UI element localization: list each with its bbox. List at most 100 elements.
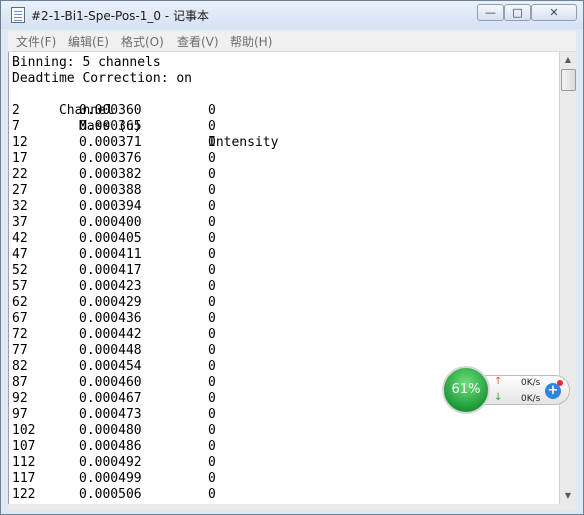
cell-channel: 57 — [12, 279, 28, 294]
cell-intensity: 0 — [208, 407, 216, 422]
cell-intensity: 0 — [208, 183, 216, 198]
data-row: 57 0.000423 0 — [12, 279, 552, 295]
cell-intensity: 0 — [208, 295, 216, 310]
scroll-up-icon[interactable]: ▲ — [560, 52, 576, 68]
cell-channel: 17 — [12, 151, 28, 166]
text-editor-area[interactable]: Binning: 5 channels Deadtime Correction:… — [8, 52, 560, 504]
cell-channel: 22 — [12, 167, 28, 182]
cell-intensity: 0 — [208, 135, 216, 150]
cell-channel: 102 — [12, 423, 36, 438]
cell-mass: 0.000429 — [79, 295, 142, 310]
cell-channel: 47 — [12, 247, 28, 262]
cell-channel: 87 — [12, 375, 28, 390]
cell-channel: 42 — [12, 231, 28, 246]
cell-channel: 72 — [12, 327, 28, 342]
data-row: 102 0.000480 0 — [12, 423, 552, 439]
maximize-button[interactable]: □ — [504, 4, 531, 21]
cell-intensity: 0 — [208, 199, 216, 214]
cell-channel: 12 — [12, 135, 28, 150]
download-arrow-icon: ↓ — [494, 392, 503, 403]
cell-mass: 0.000486 — [79, 439, 142, 454]
upload-arrow-icon: ↑ — [494, 376, 503, 387]
menu-view[interactable]: 查看(V) — [177, 33, 219, 50]
cell-mass: 0.000473 — [79, 407, 142, 422]
cell-intensity: 0 — [208, 423, 216, 438]
data-row: 12 0.000371 0 — [12, 135, 552, 151]
menu-help[interactable]: 帮助(H) — [230, 33, 272, 50]
data-row: 122 0.000506 0 — [12, 487, 552, 503]
cell-channel: 32 — [12, 199, 28, 214]
data-row: 47 0.000411 0 — [12, 247, 552, 263]
cell-channel: 62 — [12, 295, 28, 310]
vertical-scrollbar[interactable]: ▲ ▼ — [559, 52, 576, 504]
menu-format[interactable]: 格式(O) — [121, 33, 164, 50]
minimize-button[interactable]: — — [477, 4, 504, 21]
cell-channel: 107 — [12, 439, 36, 454]
cell-channel: 37 — [12, 215, 28, 230]
data-row: 62 0.000429 0 — [12, 295, 552, 311]
download-speed: 0K/s — [521, 394, 541, 404]
data-row: 77 0.000448 0 — [12, 343, 552, 359]
cell-mass: 0.000423 — [79, 279, 142, 294]
data-row: 17 0.000376 0 — [12, 151, 552, 167]
data-row: 112 0.000492 0 — [12, 455, 552, 471]
menu-file[interactable]: 文件(F) — [16, 33, 56, 50]
data-row: 42 0.000405 0 — [12, 231, 552, 247]
data-row: 2 0.000360 0 — [12, 103, 552, 119]
cell-intensity: 0 — [208, 343, 216, 358]
cell-channel: 97 — [12, 407, 28, 422]
cell-mass: 0.000411 — [79, 247, 142, 262]
cell-channel: 117 — [12, 471, 36, 486]
cell-intensity: 0 — [208, 311, 216, 326]
cell-mass: 0.000405 — [79, 231, 142, 246]
scroll-thumb[interactable] — [561, 69, 576, 91]
data-row: 107 0.000486 0 — [12, 439, 552, 455]
cell-mass: 0.000382 — [79, 167, 142, 182]
data-row: 52 0.000417 0 — [12, 263, 552, 279]
cell-intensity: 0 — [208, 455, 216, 470]
cell-mass: 0.000436 — [79, 311, 142, 326]
network-speed-widget[interactable]: 61% ↑ ↓ 0K/s 0K/s + — [442, 366, 572, 414]
cell-mass: 0.000467 — [79, 391, 142, 406]
cell-intensity: 0 — [208, 119, 216, 134]
cell-intensity: 0 — [208, 247, 216, 262]
memory-usage-gauge[interactable]: 61% — [442, 366, 490, 414]
cell-mass: 0.000388 — [79, 183, 142, 198]
menu-edit[interactable]: 编辑(E) — [68, 33, 109, 50]
cell-mass: 0.000365 — [79, 119, 142, 134]
cell-channel: 82 — [12, 359, 28, 374]
notepad-icon[interactable] — [11, 7, 25, 23]
cell-mass: 0.000454 — [79, 359, 142, 374]
cell-channel: 122 — [12, 487, 36, 502]
cell-intensity: 0 — [208, 263, 216, 278]
header-deadtime: Deadtime Correction: on — [12, 71, 193, 86]
notepad-window: #2-1-Bi1-Spe-Pos-1_0 - 记事本 — □ ✕ 文件(F) 编… — [0, 0, 584, 515]
column-header-row: Channel Mass (u) Intensity — [12, 87, 552, 150]
cell-intensity: 0 — [208, 151, 216, 166]
upload-speed: 0K/s — [521, 378, 541, 388]
cell-mass: 0.000394 — [79, 199, 142, 214]
cell-mass: 0.000371 — [79, 135, 142, 150]
data-row: 7 0.000365 0 — [12, 119, 552, 135]
cell-mass: 0.000480 — [79, 423, 142, 438]
cell-intensity: 0 — [208, 103, 216, 118]
close-button[interactable]: ✕ — [531, 4, 577, 21]
cell-intensity: 0 — [208, 487, 216, 502]
data-row: 27 0.000388 0 — [12, 183, 552, 199]
notification-dot — [557, 380, 563, 386]
data-row: 37 0.000400 0 — [12, 215, 552, 231]
cell-intensity: 0 — [208, 359, 216, 374]
menu-bar: 文件(F) 编辑(E) 格式(O) 查看(V) 帮助(H) — [8, 31, 576, 52]
cell-intensity: 0 — [208, 391, 216, 406]
cell-mass: 0.000492 — [79, 455, 142, 470]
cell-mass: 0.000499 — [79, 471, 142, 486]
title-bar[interactable]: #2-1-Bi1-Spe-Pos-1_0 - 记事本 — □ ✕ — [1, 1, 583, 29]
cell-intensity: 0 — [208, 471, 216, 486]
cell-mass: 0.000506 — [79, 487, 142, 502]
window-title: #2-1-Bi1-Spe-Pos-1_0 - 记事本 — [31, 9, 209, 23]
scroll-down-icon[interactable]: ▼ — [560, 488, 576, 504]
cell-channel: 67 — [12, 311, 28, 326]
cell-channel: 2 — [12, 103, 20, 118]
cell-intensity: 0 — [208, 231, 216, 246]
cell-channel: 52 — [12, 263, 28, 278]
